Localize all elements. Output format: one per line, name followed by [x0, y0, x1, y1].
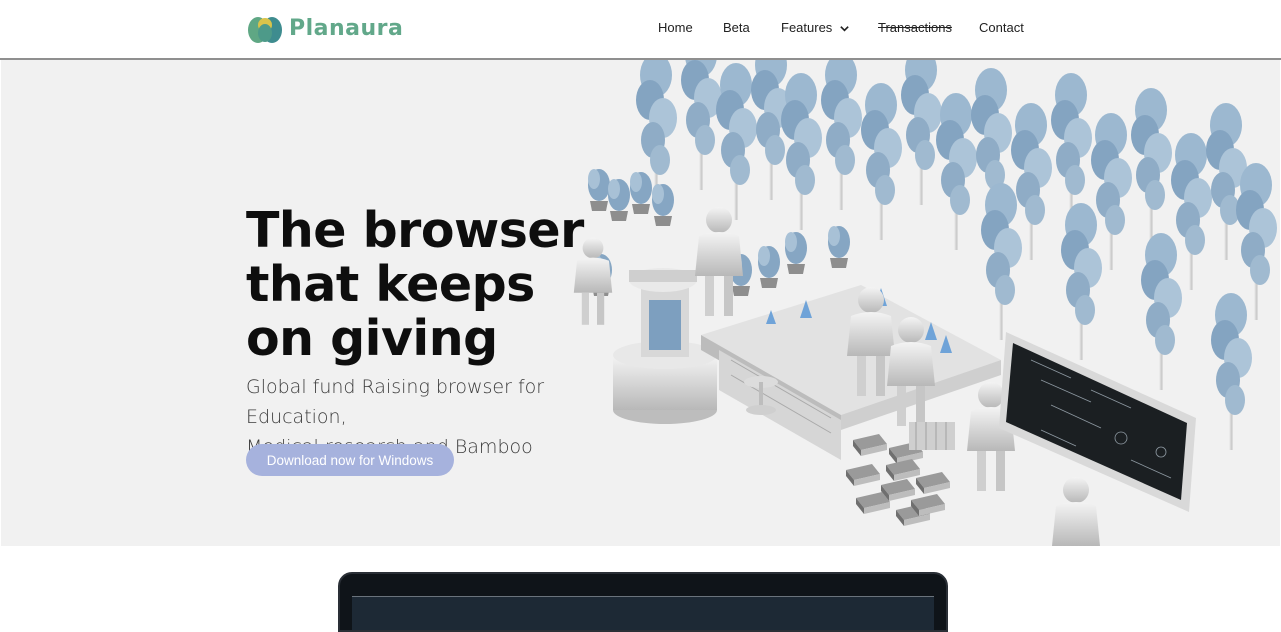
hero-title-line-1: The browser [246, 202, 584, 259]
nav-transactions[interactable]: Transactions [878, 20, 952, 35]
hero-title: The browser that keeps on giving [246, 204, 606, 366]
device-screen [352, 596, 934, 630]
laptop-device-icon [338, 572, 948, 632]
site-header: Planaura Home Beta Features Transactions… [0, 0, 1281, 60]
hero-title-line-2: that keeps [246, 256, 535, 313]
brand-logo[interactable]: Planaura [247, 11, 403, 45]
nav-features-label: Features [781, 20, 833, 35]
chevron-down-icon [840, 26, 849, 32]
hero-illustration [573, 60, 1277, 546]
hero-section: The browser that keeps on giving Global … [1, 60, 1280, 546]
nav-contact[interactable]: Contact [979, 20, 1024, 35]
hero-title-line-3: on giving [246, 310, 498, 367]
nav-beta[interactable]: Beta [723, 20, 750, 35]
hero-subtitle-line-1: Global fund Raising browser for Educatio… [246, 376, 545, 428]
download-windows-button[interactable]: Download now for Windows [246, 444, 454, 476]
nav-home[interactable]: Home [658, 20, 693, 35]
brand-name: Planaura [289, 15, 404, 41]
lotus-logo-icon [248, 17, 282, 43]
nav-features[interactable]: Features [781, 20, 850, 35]
